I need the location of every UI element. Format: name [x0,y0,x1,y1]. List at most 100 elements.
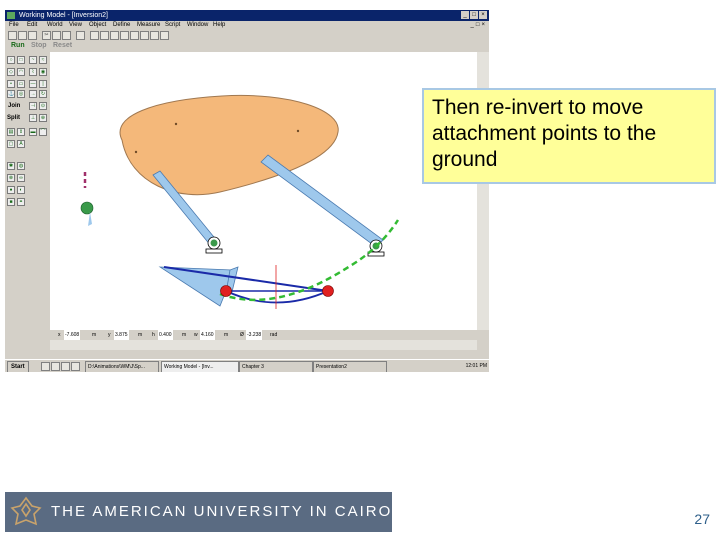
tool-palette: ○ □ ~ ≈ ◇ ◠ ⌇ ◉ • ▭ — | ⚓ ◎ → ↻ Join ⊣ ⊙… [5,52,49,352]
gear-tool-icon[interactable]: ✱ [7,162,15,170]
hinge-tool-icon[interactable]: ⊕ [39,114,47,122]
menu-window[interactable]: Window [187,21,208,30]
pulley-tool-icon[interactable]: ◉ [39,68,47,76]
torque-tool-icon[interactable]: ↻ [39,90,47,98]
trace-icon[interactable] [150,31,159,40]
pin-tool-icon[interactable]: ◎ [17,90,25,98]
stop-button[interactable]: Stop [29,41,49,50]
quicklaunch-word-icon[interactable] [71,362,80,371]
app-icon [7,12,15,19]
zoom-icon[interactable] [90,31,99,40]
menu-object[interactable]: Object [89,21,106,30]
menu-script[interactable]: Script [165,21,180,30]
simulation-workspace[interactable] [50,52,477,340]
menu-bar: File Edit World View Object Define Measu… [5,21,489,30]
maximize-button[interactable]: □ [470,11,478,19]
curve-tool-icon[interactable]: ◠ [17,68,25,76]
run-button[interactable]: Run [9,41,27,50]
rope-tool-icon[interactable]: ⌇ [29,68,37,76]
grid-icon[interactable] [140,31,149,40]
right-crank-link[interactable] [260,154,384,248]
force-tool-icon[interactable]: → [29,90,37,98]
left-pin-partial[interactable] [80,201,94,215]
split-button[interactable]: Split [7,114,20,122]
red-point-left[interactable] [220,285,232,297]
square-tool-icon[interactable]: □ [17,56,25,64]
magnify-icon[interactable] [130,31,139,40]
connector-link-3[interactable] [225,290,329,304]
close-button[interactable]: × [479,11,487,19]
motor-tool-icon[interactable]: ⊙ [39,102,47,110]
task-presentation2[interactable]: Presentation2 [313,361,387,372]
pulley-system-icon[interactable]: ◍ [17,162,25,170]
cam-tool-icon[interactable]: ◐ [17,186,25,194]
child-maximize-button[interactable]: □ [476,21,480,30]
axle-tool-icon[interactable]: ⊗ [7,174,15,182]
save-icon[interactable] [28,31,37,40]
ball-tool-icon[interactable]: ● [7,186,15,194]
phi-field[interactable]: -3.238 [246,330,263,340]
curved-slot-tool-icon[interactable]: ⌒ [39,128,47,136]
y-field[interactable]: 3.875 [114,330,129,340]
minimize-button[interactable]: _ [461,11,469,19]
polygon-tool-icon[interactable]: ◇ [7,68,15,76]
paste-icon[interactable] [62,31,71,40]
anchor-icon[interactable] [120,31,129,40]
meter-tool-icon[interactable]: ▤ [7,128,15,136]
print-icon[interactable] [76,31,85,40]
mass-tool-icon[interactable]: ■ [7,198,15,206]
windows-taskbar: Start D:\Animations\WM\J\Sp... Working M… [5,359,489,372]
child-minimize-button[interactable]: _ [471,21,474,30]
lock-icon[interactable] [160,31,169,40]
menu-file[interactable]: File [9,21,19,30]
slot-tool-icon[interactable]: ▭ [17,80,25,88]
reset-button[interactable]: Reset [51,41,74,50]
new-icon[interactable] [8,31,17,40]
lower-link[interactable] [158,266,233,307]
cut-icon[interactable]: ✂ [42,31,51,40]
red-point-right[interactable] [322,285,334,297]
copy-icon[interactable] [52,31,61,40]
quicklaunch-outlook-icon[interactable] [61,362,70,371]
x-field[interactable]: -7.608 [64,330,81,340]
link-tool-icon[interactable]: ⚭ [17,198,25,206]
open-icon[interactable] [18,31,27,40]
rod-tool-icon[interactable]: — [29,80,37,88]
quicklaunch-desktop-icon[interactable] [51,362,60,371]
task-working-model[interactable]: Working Model - [Inv... [161,361,239,372]
horizontal-scrollbar[interactable] [50,340,477,350]
circle-tool-icon[interactable]: ○ [7,56,15,64]
w-field[interactable]: 4.160 [200,330,215,340]
join-button[interactable]: Join [8,102,20,110]
damper-tool-icon[interactable]: ≈ [39,56,47,64]
separator-tool-icon[interactable]: | [39,80,47,88]
text-tool-icon[interactable]: A [17,140,25,148]
anchor-tool-icon[interactable]: ⚓ [7,90,15,98]
menu-measure[interactable]: Measure [137,21,160,30]
y-label: y [108,332,111,338]
coupler-body[interactable] [119,94,339,196]
university-logo-banner: THE AMERICAN UNIVERSITY IN CAIRO [5,492,392,532]
keyed-slot-tool-icon[interactable]: ▬ [29,128,37,136]
task-chapter-3[interactable]: Chapter 3 [239,361,313,372]
pointer-icon[interactable] [100,31,109,40]
x-label: x [58,332,61,338]
start-button[interactable]: Start [7,361,29,372]
spring-tool-icon[interactable]: ~ [29,56,37,64]
menu-help[interactable]: Help [213,21,225,30]
slider-tool-icon[interactable]: ⇕ [17,128,25,136]
button-tool-icon[interactable]: ▢ [7,140,15,148]
point-tool-icon[interactable]: • [7,80,15,88]
belt-tool-icon[interactable]: ∞ [17,174,25,182]
menu-world[interactable]: World [47,21,63,30]
child-close-button[interactable]: × [481,21,485,30]
h-field[interactable]: 0.400 [158,330,173,340]
rigid-joint-tool-icon[interactable]: ⊥ [29,114,37,122]
menu-define[interactable]: Define [113,21,130,30]
actuator-tool-icon[interactable]: ⊣ [29,102,37,110]
menu-view[interactable]: View [69,21,82,30]
task-explorer[interactable]: D:\Animations\WM\J\Sp... [85,361,159,372]
quicklaunch-ie-icon[interactable] [41,362,50,371]
rotate-icon[interactable] [110,31,119,40]
menu-edit[interactable]: Edit [27,21,37,30]
